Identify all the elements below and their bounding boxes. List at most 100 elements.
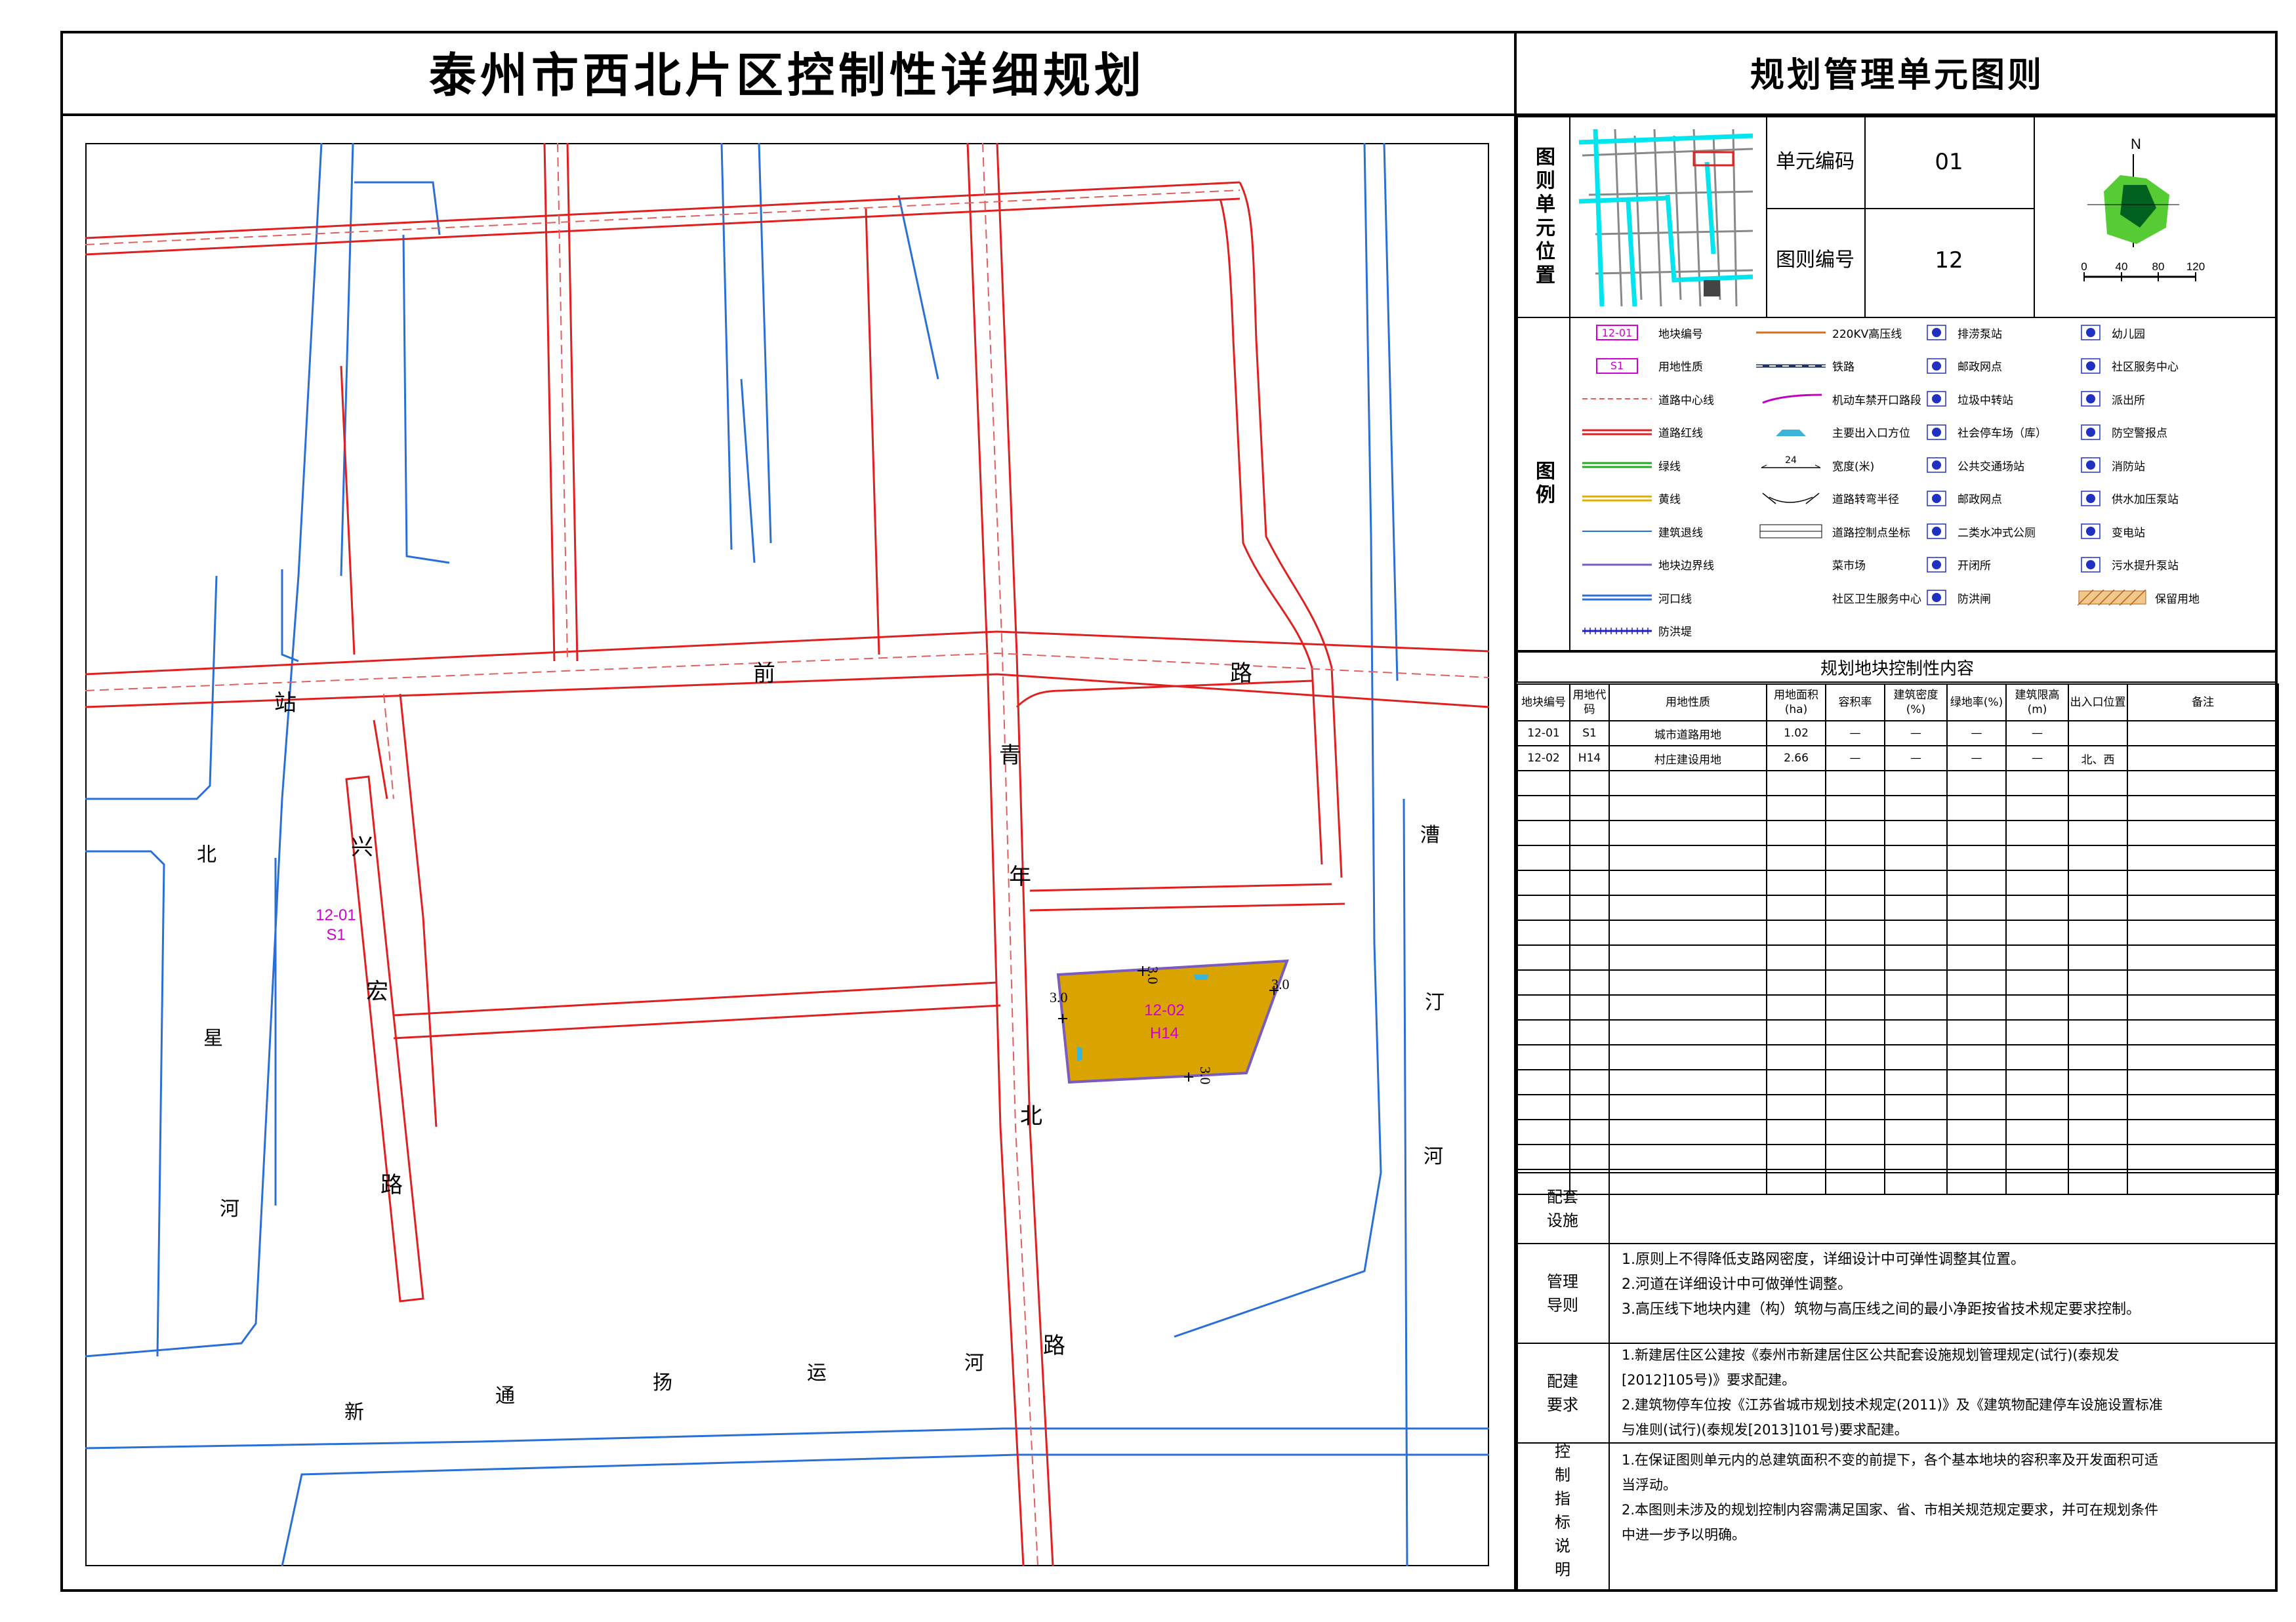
road-label-char: 路 xyxy=(380,1173,403,1198)
requirements-label-text: 配建要求 xyxy=(1547,1371,1578,1414)
legend-item: 机动车禁开口路段 xyxy=(1756,387,1921,411)
table-cell xyxy=(1569,920,1610,946)
table-cell xyxy=(2127,944,2279,971)
table-cell xyxy=(1609,820,1767,846)
legend-item-label: 菜市场 xyxy=(1832,559,1866,573)
river-label-char: 运 xyxy=(807,1362,827,1384)
legend-item: 邮政网点 xyxy=(1923,487,2002,510)
north-label: N xyxy=(2131,136,2141,152)
divider xyxy=(1569,317,1570,651)
divider xyxy=(1569,116,1570,318)
kindergarten-icon xyxy=(2078,324,2104,341)
table-cell xyxy=(1609,920,1767,946)
legend-item: S1 用地性质 xyxy=(1582,354,1703,378)
table-cell xyxy=(1569,845,1610,871)
table-cell xyxy=(1609,944,1767,971)
table-cell xyxy=(1825,895,1885,921)
table-cell xyxy=(2005,1094,2069,1120)
table-cell xyxy=(1517,1019,1570,1045)
table-cell xyxy=(1884,1094,1948,1120)
legend-item-label: 地块边界线 xyxy=(1658,559,1714,573)
road-label-char: 站 xyxy=(274,691,297,716)
road-label-char: 宏 xyxy=(366,979,388,1004)
control-table-body: 12-01 S1 城市道路用地 1.02— — — —12-02 H14 村庄建设用地 2.66—… xyxy=(1517,720,2279,1195)
table-cell xyxy=(1609,770,1767,796)
table-cell xyxy=(1569,795,1610,821)
table-cell xyxy=(1766,994,1826,1021)
scale-tick: 0 xyxy=(2081,260,2087,273)
requirements-text: 1.新建居住区公建按《泰州市新建居住区公共配套设施规划管理规定(试行)(泰规发 … xyxy=(1622,1343,2265,1442)
parcel-use: S1 xyxy=(326,926,345,944)
legend-item-label: 防空警报点 xyxy=(2112,427,2167,440)
table-cell xyxy=(1766,944,1826,971)
control-table: 地块编号 用地代码 用地性质 用地面积(ha) 容积率 建筑密度(%) 绿地率(… xyxy=(1517,683,2279,1195)
table-cell xyxy=(1569,770,1610,796)
table-cell xyxy=(1884,1019,1948,1045)
table-cell xyxy=(1884,895,1948,921)
table-row-empty xyxy=(1517,895,2279,921)
table-cell xyxy=(1825,1094,1885,1120)
legend-item-label: 污水提升泵站 xyxy=(2112,559,2179,573)
table-cell xyxy=(2068,1119,2128,1145)
table-cell xyxy=(2127,770,2279,796)
control-notes-text: 1.在保证图则单元内的总建筑面积不变的前提下，各个基本地块的容积率及开发面积可适… xyxy=(1622,1448,2265,1547)
purple-line-icon xyxy=(1582,556,1652,573)
col-header: 地块编号 xyxy=(1517,683,1570,721)
table-cell xyxy=(1766,895,1826,921)
table-cell xyxy=(1569,1119,1610,1145)
legend-item: 社区卫生服务中心 xyxy=(1756,586,1921,609)
garbage-icon xyxy=(1923,390,1950,407)
flood-gate-icon xyxy=(1923,589,1950,606)
requirements-label: 配建要求 xyxy=(1517,1345,1609,1440)
entrance-arrow-icon xyxy=(1756,424,1826,441)
table-cell xyxy=(2127,720,2279,746)
table-cell xyxy=(1766,1094,1826,1120)
control-notes-line: 当浮动。 xyxy=(1622,1477,1677,1493)
river-label-char: 北 xyxy=(197,844,216,866)
col-header: 备注 xyxy=(2127,683,2279,721)
control-notes-label-text: 控制指标说明 xyxy=(1555,1442,1570,1579)
table-cell xyxy=(1946,820,2007,846)
legend-item: 河口线 xyxy=(1582,586,1692,609)
table-cell: 城市道路用地 xyxy=(1609,720,1767,746)
river-label-char: 汀 xyxy=(1425,992,1445,1013)
legend-item-label: 道路转弯半径 xyxy=(1832,493,1899,506)
table-cell: 村庄建设用地 xyxy=(1609,745,1767,771)
table-cell xyxy=(1825,870,1885,896)
table-cell xyxy=(2127,1069,2279,1095)
legend-item: 二类水冲式公厕 xyxy=(1923,519,2036,543)
table-cell xyxy=(1946,1144,2007,1170)
table-cell: — xyxy=(2005,720,2069,746)
legend-item-label: 垃圾中转站 xyxy=(1958,394,2013,407)
table-cell xyxy=(1569,895,1610,921)
management-line: 2.河道在详细设计中可做弹性调整。 xyxy=(1622,1276,1852,1293)
divider xyxy=(1609,1172,1610,1592)
table-row-empty xyxy=(1517,770,2279,796)
col-header: 出入口位置 xyxy=(2068,683,2128,721)
table-cell xyxy=(1884,1069,1948,1095)
scale-tick: 80 xyxy=(2152,260,2165,273)
table-cell xyxy=(2127,969,2279,996)
legend-item-label: 排涝泵站 xyxy=(1958,327,2002,341)
yellow-double-line-icon xyxy=(1582,490,1652,507)
table-cell xyxy=(1825,1044,1885,1070)
table-cell xyxy=(2005,845,2069,871)
legend-item: 防空警报点 xyxy=(2078,420,2167,444)
table-cell xyxy=(2005,994,2069,1021)
table-cell xyxy=(1884,1144,1948,1170)
table-cell xyxy=(2127,920,2279,946)
river-label-char: 河 xyxy=(1424,1146,1443,1167)
legend-item: 防洪闸 xyxy=(1923,586,1991,609)
table-cell xyxy=(1766,920,1826,946)
table-cell xyxy=(2068,1044,2128,1070)
orange-line-icon xyxy=(1756,324,1826,341)
table-cell: 北、西 xyxy=(2068,745,2128,771)
table-row-empty xyxy=(1517,870,2279,896)
legend-item-label: 宽度(米) xyxy=(1832,460,1875,474)
location-label: 图则单元位置 xyxy=(1532,146,1555,288)
legend-item-label: 防洪堤 xyxy=(1658,626,1692,639)
table-cell xyxy=(1946,1119,2007,1145)
table-cell xyxy=(2068,1019,2128,1045)
table-cell xyxy=(1569,969,1610,996)
table-cell xyxy=(1766,1069,1826,1095)
